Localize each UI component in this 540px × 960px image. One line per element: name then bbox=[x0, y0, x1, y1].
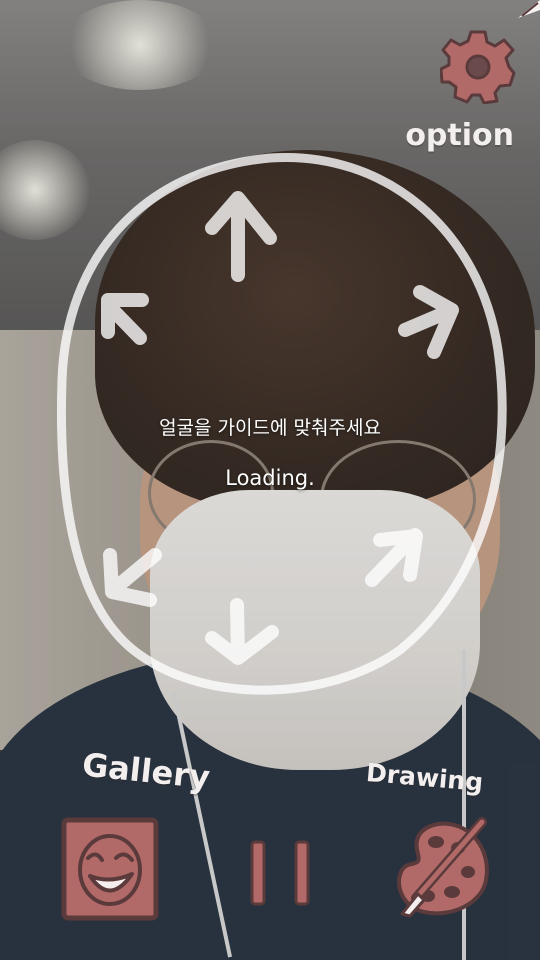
settings-button[interactable] bbox=[439, 28, 516, 105]
smiling-face-picture-icon bbox=[61, 817, 159, 921]
camera-screen: 얼굴을 가이드에 맞춰주세요 Loading. option Gallery D… bbox=[0, 0, 540, 960]
arrow-upleft-icon bbox=[101, 293, 149, 345]
loading-status: Loading. bbox=[225, 466, 315, 490]
arrow-downleft-icon bbox=[103, 548, 162, 607]
gear-icon bbox=[439, 30, 516, 105]
arrow-upright-icon bbox=[398, 285, 459, 359]
arrow-up-icon bbox=[205, 191, 277, 282]
drawing-button[interactable] bbox=[388, 814, 496, 922]
gallery-button[interactable] bbox=[58, 814, 162, 924]
arrow-downright-icon bbox=[365, 528, 423, 587]
arrow-down-icon bbox=[205, 598, 279, 665]
palette-brush-icon bbox=[396, 817, 489, 918]
pause-button[interactable] bbox=[244, 838, 316, 910]
option-label[interactable]: option bbox=[405, 118, 514, 153]
corner-decoration-icon bbox=[518, 0, 540, 18]
pause-icon bbox=[250, 840, 310, 906]
face-guide-message: 얼굴을 가이드에 맞춰주세요 bbox=[159, 417, 381, 439]
